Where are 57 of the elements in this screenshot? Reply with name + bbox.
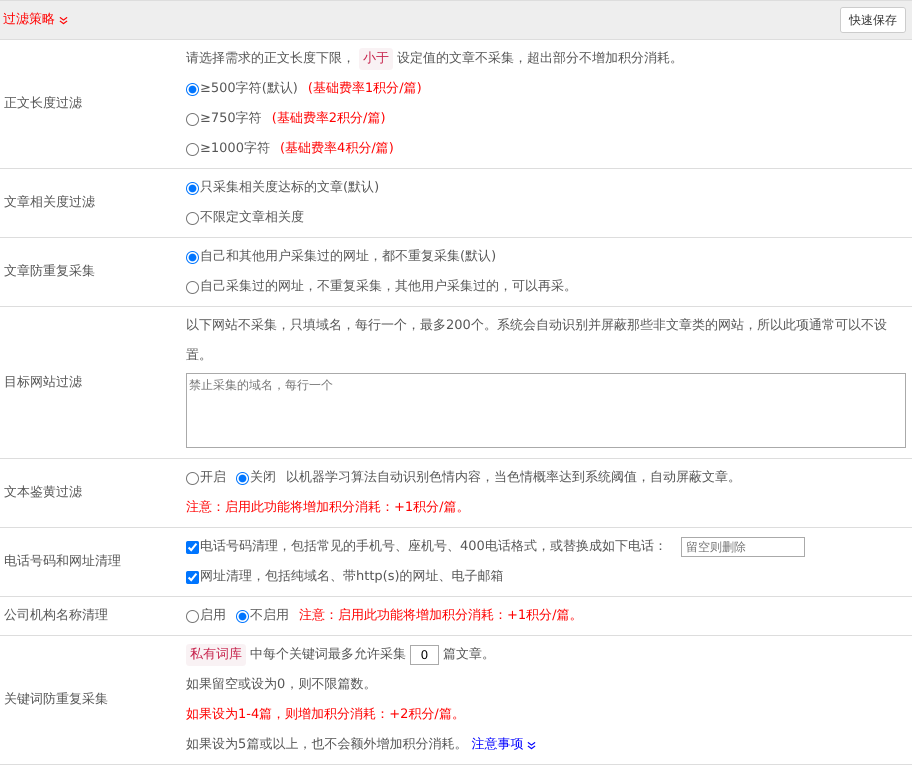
domain-textarea[interactable]: 禁止采集的域名，每行一个 bbox=[186, 373, 906, 448]
radio-button[interactable] bbox=[186, 472, 199, 484]
radio-button[interactable] bbox=[186, 212, 199, 224]
option-label: 不限定文章相关度 bbox=[200, 209, 304, 228]
option-label: 电话号码清理，包括常见的手机号、座机号、400电话格式，或替换成如下电话： bbox=[200, 538, 667, 556]
checkbox[interactable] bbox=[186, 540, 199, 554]
chevron-down-icon bbox=[59, 16, 68, 24]
description-text: 以机器学习算法自动识别色情内容，当色情概率达到系统阈值，自动屏蔽文章。 bbox=[286, 469, 741, 488]
description-text: 以下网站不采集，只填域名，每行一个，最多200个。系统会自动识别并屏蔽那些非文章类的网站，所以此项通常可以不设置。 bbox=[186, 318, 887, 363]
radio-button[interactable] bbox=[186, 142, 199, 156]
radio-button[interactable] bbox=[236, 610, 249, 622]
field-label: 电话号码和网址清理 bbox=[4, 553, 121, 572]
option-label: 启用 bbox=[200, 607, 226, 626]
warning-text: (基础费率4积分/篇) bbox=[280, 140, 394, 158]
field-label: 关键词防重复采集 bbox=[4, 691, 108, 710]
warning-text: 注意：启用此功能将增加积分消耗：+1积分/篇。 bbox=[299, 607, 583, 626]
option-label: 不启用 bbox=[250, 607, 289, 626]
option-label: ≥1000字符 bbox=[200, 140, 270, 158]
warning-text: 注意：启用此功能将增加积分消耗：+1积分/篇。 bbox=[186, 499, 470, 518]
description-text: 设定值的文章不采集，超出部分不增加积分消耗。 bbox=[397, 50, 683, 68]
option-label: 网址清理，包括纯域名、带http(s)的网址、电子邮箱 bbox=[200, 568, 504, 586]
radio-button[interactable] bbox=[186, 610, 199, 622]
field-label: 目标网站过滤 bbox=[4, 374, 82, 392]
field-label: 文本鉴黄过滤 bbox=[4, 484, 82, 502]
field-label: 公司机构名称清理 bbox=[4, 607, 108, 626]
field-label: 正文长度过滤 bbox=[4, 95, 82, 114]
warning-text: (基础费率2积分/篇) bbox=[272, 110, 386, 128]
option-label: 开启 bbox=[200, 469, 226, 488]
field-label: 文章防重复采集 bbox=[4, 263, 95, 282]
radio-button[interactable] bbox=[186, 112, 199, 126]
description-text: 如果留空或设为0，则不限篇数。 bbox=[186, 677, 376, 692]
option-label: 关闭 bbox=[250, 469, 276, 488]
description-text: 中每个关键词最多允许采集 bbox=[250, 646, 406, 664]
quick-save-button[interactable]: 快速保存 bbox=[840, 7, 906, 33]
description-text: 篇文章。 bbox=[443, 646, 495, 664]
description-text: 如果设为5篇或以上，也不会额外增加积分消耗。 bbox=[186, 736, 468, 754]
warning-text: (基础费率1积分/篇) bbox=[308, 80, 422, 98]
option-label: 自己和其他用户采集过的网址，都不重复采集(默认) bbox=[200, 248, 496, 266]
option-label: 自己采集过的网址，不重复采集，其他用户采集过的，可以再采。 bbox=[200, 278, 577, 296]
radio-button[interactable] bbox=[186, 280, 199, 294]
count-input-field[interactable]: 0 bbox=[410, 645, 439, 665]
notes-link[interactable]: 注意事项 bbox=[471, 735, 536, 755]
radio-button[interactable] bbox=[186, 182, 199, 194]
radio-button[interactable] bbox=[186, 82, 199, 96]
chevron-down-icon bbox=[527, 740, 536, 750]
keyword-tag: 私有词库 bbox=[186, 644, 246, 666]
warning-text: 如果设为1-4篇，则增加积分消耗：+2积分/篇。 bbox=[186, 706, 465, 724]
keyword-tag: 小于 bbox=[359, 48, 393, 70]
checkbox[interactable] bbox=[186, 570, 199, 584]
radio-button[interactable] bbox=[236, 472, 249, 484]
description-text: 请选择需求的正文长度下限， bbox=[186, 50, 355, 68]
phone-input-field[interactable]: 留空则删除 bbox=[680, 537, 805, 557]
field-label: 文章相关度过滤 bbox=[4, 194, 95, 212]
option-label: ≥500字符(默认) bbox=[200, 80, 298, 98]
radio-button[interactable] bbox=[186, 250, 199, 264]
option-label: ≥750字符 bbox=[200, 110, 262, 128]
option-label: 只采集相关度达标的文章(默认) bbox=[200, 179, 380, 198]
